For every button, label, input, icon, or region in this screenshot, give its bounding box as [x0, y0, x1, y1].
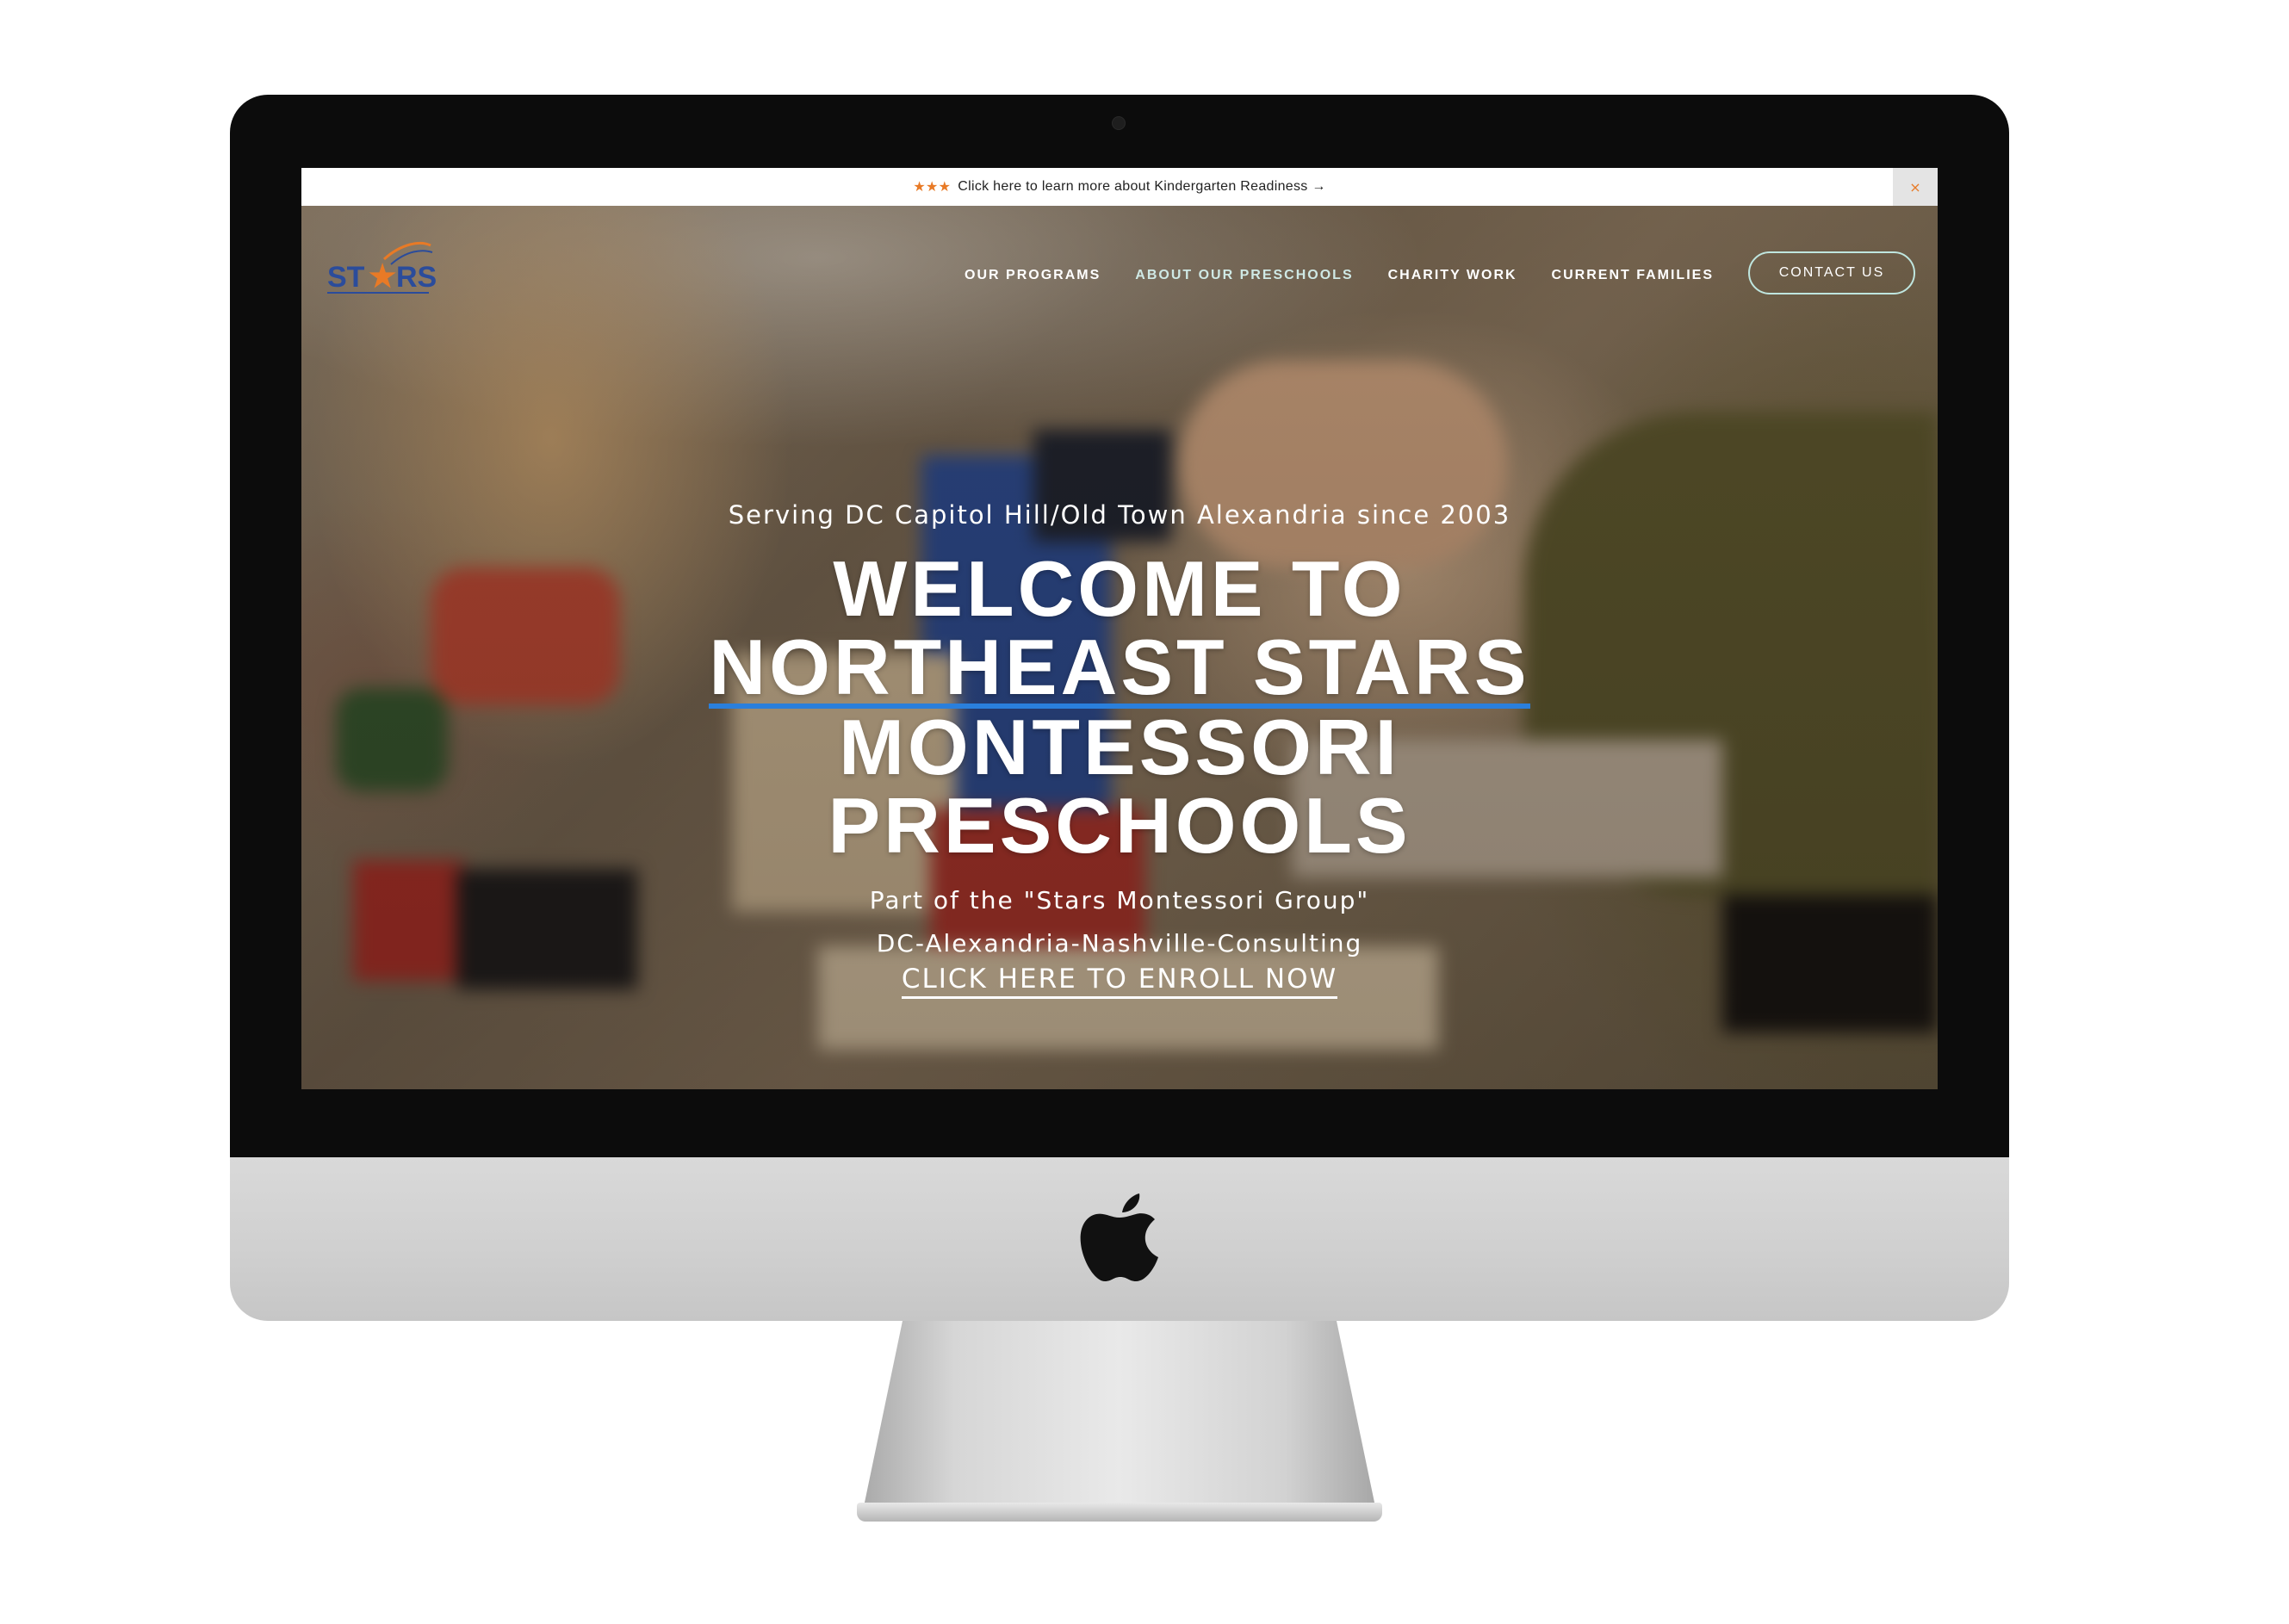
imac-stand	[861, 1321, 1378, 1519]
svg-text:RS: RS	[396, 261, 436, 294]
enroll-now-label[interactable]: CLICK HERE TO ENROLL NOW	[901, 964, 1338, 999]
close-announcement-button[interactable]: ×	[1893, 168, 1938, 206]
hero-eyebrow: Serving DC Capitol Hill/Old Town Alexand…	[728, 500, 1511, 530]
svg-text:★: ★	[369, 258, 396, 294]
headline-line-2: NORTHEAST STARS	[709, 624, 1530, 711]
nav-our-programs[interactable]: OUR PROGRAMS	[965, 268, 1101, 283]
hero-headline: WELCOME TO NORTHEAST STARS MONTESSORI PR…	[301, 550, 1938, 865]
nav-about-our-preschools[interactable]: ABOUT OUR PRESCHOOLS	[1135, 268, 1353, 283]
close-icon: ×	[1909, 178, 1921, 195]
headline-line-4: PRESCHOOLS	[828, 783, 1411, 870]
enroll-now-link[interactable]: CLICK HERE TO ENROLL NOW	[301, 964, 1938, 999]
browser-screen: ★★★ Click here to learn more about Kinde…	[301, 168, 1938, 1089]
camera-icon	[1112, 116, 1126, 130]
contact-us-button[interactable]: CONTACT US	[1748, 251, 1915, 294]
imac-chin	[230, 1157, 2009, 1321]
hero-section: ST ★ RS OUR PROGRAMS ABOUT OUR PRESCHOOL…	[301, 206, 1938, 1089]
stars-icon: ★★★	[913, 180, 952, 195]
announcement-link[interactable]: Click here to learn more about Kindergar…	[958, 179, 1325, 195]
nav-charity-work[interactable]: CHARITY WORK	[1388, 268, 1517, 283]
headline-line-1: WELCOME TO	[833, 546, 1406, 633]
imac-stand-foot	[857, 1503, 1382, 1522]
hero-subtitle-locations: DC-Alexandria-Nashville-Consulting	[876, 929, 1363, 958]
hero-subtitle-group: Part of the "Stars Montessori Group"	[869, 886, 1370, 914]
main-nav: OUR PROGRAMS ABOUT OUR PRESCHOOLS CHARIT…	[965, 268, 1714, 283]
nav-current-families[interactable]: CURRENT FAMILIES	[1552, 268, 1714, 283]
headline-line-3: MONTESSORI	[839, 704, 1400, 791]
site-logo[interactable]: ST ★ RS	[324, 240, 436, 304]
announcement-bar[interactable]: ★★★ Click here to learn more about Kinde…	[301, 168, 1938, 206]
apple-logo-icon	[1080, 1193, 1158, 1281]
svg-text:ST: ST	[327, 261, 365, 294]
